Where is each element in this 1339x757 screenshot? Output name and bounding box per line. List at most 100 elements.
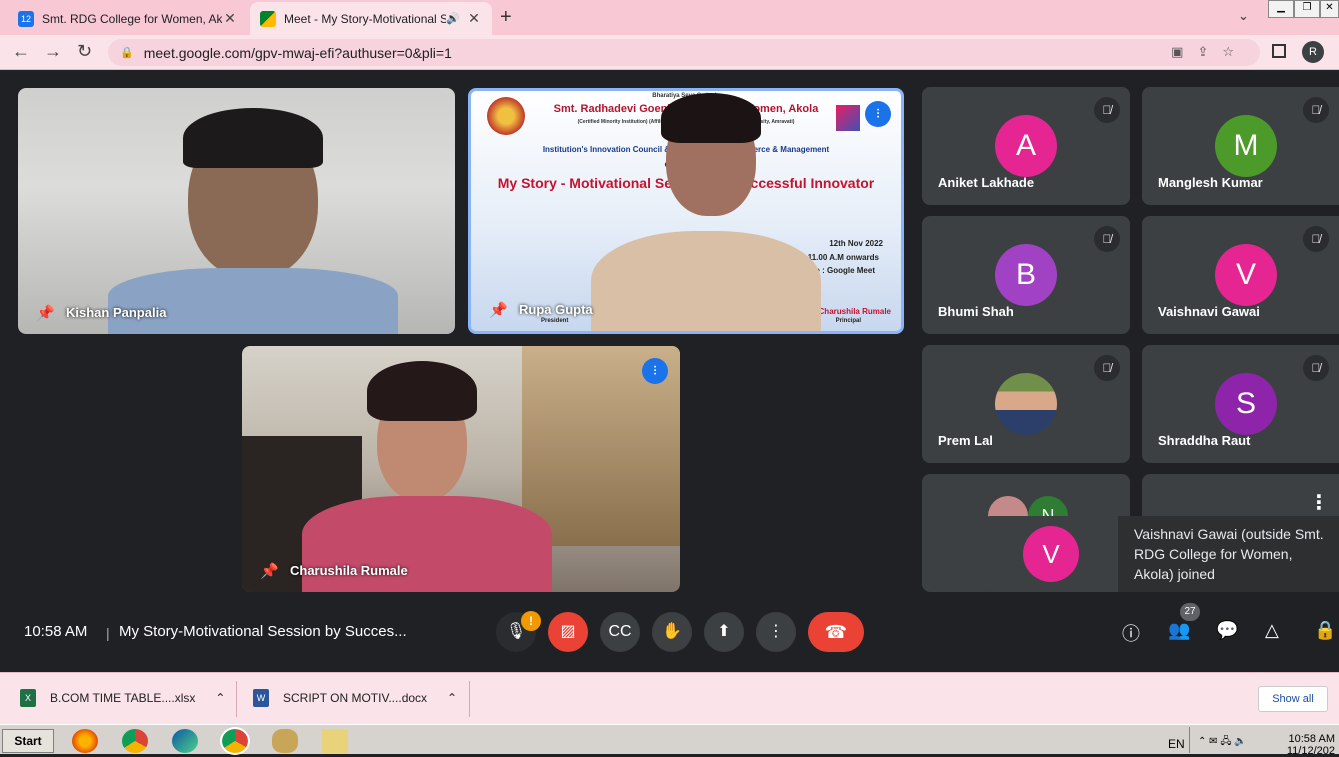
tray-clock[interactable]: 10:58 AM 11/12/202 — [1287, 733, 1335, 757]
language-indicator[interactable]: EN — [1168, 737, 1185, 751]
participant-tile[interactable]: B 🎙̸ Bhumi Shah — [922, 216, 1130, 334]
browser-tab-bar: 12 Smt. RDG College for Women, Akola ✕ M… — [0, 0, 1339, 35]
video-tile-charushila[interactable]: ⫶ 📌 Charushila Rumale — [242, 346, 680, 592]
avatar: B — [995, 244, 1057, 306]
video-tile-kishan[interactable]: 📌 Kishan Panpalia — [18, 88, 455, 334]
present-button[interactable]: ⬆ — [704, 612, 744, 652]
avatar-photo — [995, 373, 1057, 435]
tray-icons[interactable]: ⌃ ✉ 🖧 🔈 — [1198, 734, 1247, 751]
restore-button[interactable]: ❐ — [1294, 0, 1320, 18]
avatar: V — [1023, 526, 1079, 582]
download-item[interactable]: W SCRIPT ON MOTIV....docx ⌃ — [253, 689, 457, 707]
close-window-button[interactable]: ✕ — [1320, 0, 1339, 18]
profile-avatar[interactable]: R — [1302, 41, 1324, 63]
more-options-button[interactable]: ⋮ — [756, 612, 796, 652]
firefox-icon[interactable] — [72, 729, 98, 753]
event-date: 12th Nov 2022 — [829, 239, 883, 248]
leave-call-button[interactable]: ☎ — [808, 612, 864, 652]
notification-message: Vaishnavi Gawai (outside Smt. RDG Colleg… — [1134, 526, 1324, 582]
participant-tile[interactable]: M 🎙̸ Manglesh Kumar — [1142, 87, 1339, 205]
divider — [236, 681, 237, 717]
meeting-controls-bar: 10:58 AM | My Story-Motivational Session… — [0, 600, 1339, 664]
college-logo — [487, 97, 525, 135]
participant-tile[interactable]: V 🎙̸ Vaishnavi Gawai — [1142, 216, 1339, 334]
chrome-icon[interactable] — [122, 729, 148, 753]
mic-off-icon: 🎙̸ — [1094, 97, 1120, 123]
participant-tile[interactable]: S 🎙̸ Shraddha Raut — [1142, 345, 1339, 463]
avatar: V — [1215, 244, 1277, 306]
pin-icon[interactable]: 📌 — [260, 562, 279, 580]
forward-icon[interactable]: → — [44, 41, 62, 62]
edge-icon[interactable] — [172, 729, 198, 753]
join-notification: V Vaishnavi Gawai (outside Smt. RDG Coll… — [983, 516, 1339, 592]
participant-video-hair — [183, 108, 323, 168]
participant-name: Bhumi Shah — [938, 304, 1014, 319]
mic-off-icon: 🎙̸ — [1094, 226, 1120, 252]
more-vert-icon: ⋮ — [768, 623, 784, 640]
captions-button[interactable]: CC — [600, 612, 640, 652]
chevron-up-icon[interactable]: ⌃ — [447, 691, 457, 705]
hang-up-icon: ☎ — [824, 622, 848, 642]
chat-icon[interactable]: 💬 — [1216, 620, 1238, 641]
chrome-active-icon[interactable] — [220, 727, 250, 755]
captions-icon: CC — [608, 623, 632, 640]
meeting-info-icon[interactable]: ⓘ — [1122, 620, 1140, 646]
start-button[interactable]: Start — [2, 729, 54, 753]
more-options-icon[interactable]: ⋮ — [1309, 490, 1329, 515]
participant-tile[interactable]: A 🎙̸ Aniket Lakhade — [922, 87, 1130, 205]
lock-icon[interactable]: 🔒 — [120, 46, 134, 59]
avatar: A — [995, 115, 1057, 177]
minimize-button[interactable]: ▁ — [1268, 0, 1294, 18]
system-tray: ⌃ ✉ 🖧 🔈 10:58 AM 11/12/202 — [1189, 727, 1339, 757]
url-input[interactable]: 🔒 meet.google.com/gpv-mwaj-efi?authuser=… — [108, 39, 1260, 66]
meeting-clock: 10:58 AM — [24, 623, 88, 640]
show-all-button[interactable]: Show all — [1258, 686, 1328, 712]
pin-icon[interactable]: 📌 — [36, 304, 55, 322]
participant-name: Aniket Lakhade — [938, 175, 1035, 190]
os-taskbar: Start EN ⌃ ✉ 🖧 🔈 10:58 AM 11/12/202 — [0, 724, 1339, 757]
camera-off-button[interactable]: ▨ — [548, 612, 588, 652]
principal-title: Principal — [835, 318, 861, 324]
share-icon[interactable]: ⇪ — [1197, 44, 1222, 59]
notification-thumbnail: V — [983, 516, 1118, 592]
camera-blocked-icon[interactable]: ▣ — [1171, 44, 1197, 59]
browser-tab-meet[interactable]: Meet - My Story-Motivational Se 🔊 ✕ — [250, 2, 492, 35]
reload-icon[interactable]: ↻ — [77, 41, 92, 62]
download-item[interactable]: X B.COM TIME TABLE....xlsx ⌃ — [20, 689, 225, 707]
folder-icon[interactable] — [322, 729, 348, 753]
participant-video-hair — [367, 361, 477, 421]
warning-badge[interactable]: ! — [521, 611, 541, 631]
innovation-council-logo — [836, 105, 860, 131]
close-icon[interactable]: ✕ — [466, 10, 482, 27]
download-filename: B.COM TIME TABLE....xlsx — [50, 691, 196, 705]
meet-icon — [260, 10, 276, 27]
close-icon[interactable]: ✕ — [222, 10, 238, 27]
side-panel-icon[interactable] — [1272, 44, 1286, 58]
pin-icon[interactable]: 📌 — [489, 301, 508, 319]
host-controls-icon[interactable]: 🔒 — [1314, 620, 1336, 641]
browser-tab-college[interactable]: 12 Smt. RDG College for Women, Akola ✕ — [8, 2, 248, 35]
back-icon[interactable]: ← — [12, 41, 30, 62]
downloads-bar: X B.COM TIME TABLE....xlsx ⌃ W SCRIPT ON… — [0, 672, 1339, 724]
bookmark-star-icon[interactable]: ☆ — [1222, 44, 1248, 59]
president-title: President — [541, 318, 569, 324]
participant-tile[interactable]: 🎙̸ Prem Lal — [922, 345, 1130, 463]
new-tab-button[interactable]: + — [500, 6, 512, 29]
omnibox-actions: ▣⇪☆ — [1171, 44, 1248, 60]
hand-icon: ✋ — [662, 623, 682, 640]
video-tile-rupa[interactable]: Bharatiya Seva Sadan's Smt. Radhadevi Go… — [468, 88, 904, 334]
participant-count-badge: 27 — [1180, 603, 1200, 621]
speaker-icon[interactable]: 🔊 — [446, 12, 460, 25]
present-screen-icon: ⬆ — [717, 623, 731, 640]
people-icon[interactable]: 👥 — [1168, 620, 1190, 641]
raise-hand-button[interactable]: ✋ — [652, 612, 692, 652]
activities-icon[interactable]: △ — [1265, 620, 1279, 641]
audio-level-icon: ⫶ — [865, 101, 891, 127]
paint-icon[interactable] — [272, 729, 298, 753]
tray-date: 11/12/202 — [1286, 745, 1335, 757]
chevron-down-icon[interactable]: ⌄ — [1238, 8, 1249, 24]
participant-name: Vaishnavi Gawai — [1158, 304, 1260, 319]
meeting-title[interactable]: My Story-Motivational Session by Succes.… — [119, 623, 407, 640]
chevron-up-icon[interactable]: ⌃ — [215, 691, 225, 705]
address-bar: ← → ↻ 🔒 meet.google.com/gpv-mwaj-efi?aut… — [0, 35, 1339, 70]
